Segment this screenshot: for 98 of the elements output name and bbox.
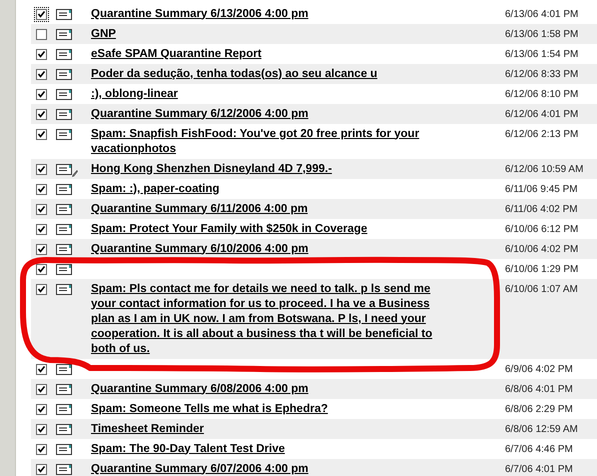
checkmark-icon xyxy=(37,264,46,274)
message-subject-link[interactable]: Spam: Protect Your Family with $250k in Coverage xyxy=(91,222,443,236)
message-subject-link[interactable]: Spam: Pls contact me for details we need to talk. p ls send me your contact information for us to proceed. I ha ve a Business plan as I am in UK now. I am from Botswana. P ls, I need your cooperation. It is all about a business tha t will be beneficial to both of us. xyxy=(91,282,443,356)
message-subject-link[interactable]: Quarantine Summary 6/11/2006 4:00 pm xyxy=(91,202,443,216)
checkbox[interactable] xyxy=(34,222,49,236)
message-icon xyxy=(56,68,72,80)
message-subject-link[interactable]: Spam: Snapfish FishFood: You've got 20 free prints for your vacationphotos xyxy=(91,126,443,156)
message-icon xyxy=(56,128,72,140)
message-icon xyxy=(56,8,72,20)
message-icon xyxy=(56,28,72,40)
checkmark-icon xyxy=(37,184,46,194)
message-date: 6/10/06 1:29 PM xyxy=(505,262,580,276)
message-icon xyxy=(56,184,72,194)
message-date: 6/11/06 4:02 PM xyxy=(505,202,579,216)
message-date: 6/10/06 4:02 PM xyxy=(505,242,580,256)
message-subject-link[interactable]: Poder da sedução, tenha todas(os) ao seu alcance u xyxy=(91,66,443,82)
message-subject-link[interactable]: Timesheet Reminder xyxy=(91,422,443,436)
message-subject-link[interactable]: eSafe SPAM Quarantine Report xyxy=(91,46,443,62)
message-subject-link[interactable]: Hong Kong Shenzhen Disneyland 4D 7,999.- xyxy=(91,162,443,176)
checkbox[interactable] xyxy=(34,46,49,62)
checkmark-icon xyxy=(37,464,46,474)
message-date: 6/12/06 8:33 PM xyxy=(505,68,580,82)
checkmark-icon xyxy=(37,130,46,138)
message-icon xyxy=(56,108,72,120)
checkmark-icon xyxy=(37,164,46,174)
checkmark-icon xyxy=(37,444,46,454)
checkmark-icon xyxy=(37,10,46,18)
message-subject-link[interactable]: Quarantine Summary 6/07/2006 4:00 pm xyxy=(91,462,443,476)
checkmark-icon xyxy=(37,204,46,214)
checkbox[interactable] xyxy=(34,422,49,436)
message-icon xyxy=(56,164,72,174)
message-icon xyxy=(56,48,72,60)
checkmark-icon xyxy=(37,244,46,254)
checkbox[interactable] xyxy=(34,182,49,196)
message-icon xyxy=(56,244,72,254)
message-subject-link[interactable]: Spam: :), paper-coating xyxy=(91,182,443,196)
checkmark-icon xyxy=(37,424,46,434)
message-icon xyxy=(56,444,72,454)
message-date: 6/12/06 2:13 PM xyxy=(505,128,580,142)
checkmark-icon xyxy=(37,284,46,294)
message-icon xyxy=(56,384,72,394)
message-icon xyxy=(56,364,72,374)
message-icon xyxy=(56,404,72,414)
checkmark-icon xyxy=(37,384,46,394)
checkbox[interactable] xyxy=(34,86,49,102)
message-date: 6/8/06 12:59 AM xyxy=(505,422,579,436)
message-icon xyxy=(56,464,72,474)
message-date: 6/8/06 4:01 PM xyxy=(505,382,574,396)
message-date: 6/13/06 1:58 PM xyxy=(505,28,580,42)
checkbox[interactable] xyxy=(34,282,49,296)
message-icon xyxy=(56,284,72,294)
message-subject-link[interactable]: Quarantine Summary 6/13/2006 4:00 pm xyxy=(91,6,443,22)
checkmark-icon xyxy=(37,224,46,234)
message-date: 6/10/06 1:07 AM xyxy=(505,282,579,296)
checkbox[interactable] xyxy=(34,26,49,42)
message-subject-link[interactable]: Spam: The 90-Day Talent Test Drive xyxy=(91,442,443,456)
message-date: 6/12/06 10:59 AM xyxy=(505,162,584,176)
message-date: 6/10/06 6:12 PM xyxy=(505,222,580,236)
message-subject-link[interactable]: Spam: Someone Tells me what is Ephedra? xyxy=(91,402,443,416)
message-icon xyxy=(56,264,72,274)
checkmark-icon xyxy=(37,90,46,98)
checkmark-icon xyxy=(37,110,46,118)
message-icon xyxy=(56,224,72,234)
checkmark-icon xyxy=(37,70,46,78)
checkbox[interactable] xyxy=(34,106,49,122)
message-icon xyxy=(56,88,72,100)
message-icon xyxy=(56,424,72,434)
message-date: 6/9/06 4:02 PM xyxy=(505,362,574,376)
checkbox[interactable] xyxy=(34,402,49,416)
message-date: 6/13/06 1:54 PM xyxy=(505,48,580,62)
checkbox[interactable] xyxy=(34,6,49,22)
checkbox[interactable] xyxy=(34,442,49,456)
checkbox[interactable] xyxy=(34,202,49,216)
message-icon xyxy=(56,204,72,214)
checkbox[interactable] xyxy=(34,382,49,396)
checkmark-icon xyxy=(37,404,46,414)
message-date: 6/13/06 4:01 PM xyxy=(505,8,580,22)
checkbox[interactable] xyxy=(34,362,49,376)
checkbox[interactable] xyxy=(34,462,49,476)
message-subject-link[interactable]: Quarantine Summary 6/10/2006 4:00 pm xyxy=(91,242,443,256)
message-subject-link[interactable]: Quarantine Summary 6/12/2006 4:00 pm xyxy=(91,106,443,122)
checkbox[interactable] xyxy=(34,262,49,276)
checkbox[interactable] xyxy=(34,66,49,82)
checkbox[interactable] xyxy=(34,162,49,176)
message-date: 6/11/06 9:45 PM xyxy=(505,182,579,196)
checkmark-icon xyxy=(37,50,46,58)
pencil-icon xyxy=(72,170,78,176)
checkbox[interactable] xyxy=(34,126,49,142)
message-date: 6/12/06 4:01 PM xyxy=(505,108,580,122)
checkbox[interactable] xyxy=(34,242,49,256)
message-subject-link[interactable]: Quarantine Summary 6/08/2006 4:00 pm xyxy=(91,382,443,396)
message-subject-link[interactable]: GNP xyxy=(91,26,443,42)
message-date: 6/8/06 2:29 PM xyxy=(505,402,574,416)
message-date: 6/7/06 4:46 PM xyxy=(505,442,574,456)
message-subject-link[interactable]: :), oblong-linear xyxy=(91,86,443,102)
checkmark-icon xyxy=(37,364,46,374)
message-date: 6/7/06 4:01 PM xyxy=(505,462,574,476)
message-date: 6/12/06 8:10 PM xyxy=(505,88,580,102)
